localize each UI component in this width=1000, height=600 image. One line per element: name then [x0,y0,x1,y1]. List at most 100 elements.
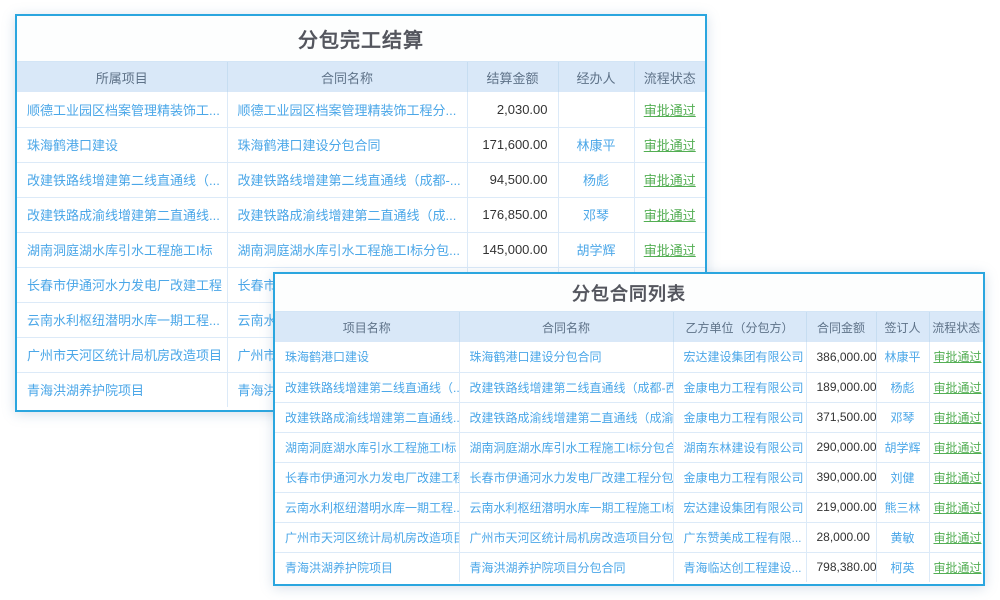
status-cell[interactable]: 审批通过 [929,462,983,492]
project-cell[interactable]: 云南水利枢纽潜明水库一期工程... [17,302,227,337]
amount-cell: 219,000.00 [806,492,876,522]
party-b-cell[interactable]: 金康电力工程有限公司 [673,402,806,432]
signer-cell[interactable]: 熊三林 [876,492,929,522]
status-cell[interactable]: 审批通过 [929,372,983,402]
contract-cell[interactable]: 湖南洞庭湖水库引水工程施工I标分包合同 [459,432,673,462]
project-cell[interactable]: 青海洪湖养护院项目 [17,372,227,407]
status-cell[interactable]: 审批通过 [929,522,983,552]
project-cell[interactable]: 改建铁路线增建第二线直通线（... [17,162,227,197]
project-cell[interactable]: 改建铁路成渝线增建第二直通线... [275,402,459,432]
status-cell[interactable]: 审批通过 [929,492,983,522]
contract-cell[interactable]: 广州市天河区统计局机房改造项目分包... [459,522,673,552]
handler-cell[interactable]: 邓琴 [558,197,634,232]
signer-cell[interactable]: 胡学辉 [876,432,929,462]
project-cell[interactable]: 改建铁路线增建第二线直通线（... [275,372,459,402]
column-header-flow-status: 流程状态 [929,312,983,342]
contract-cell[interactable]: 湖南洞庭湖水库引水工程施工I标分包... [227,232,467,267]
handler-cell[interactable]: 杨彪 [558,162,634,197]
party-b-cell[interactable]: 金康电力工程有限公司 [673,372,806,402]
status-cell[interactable]: 审批通过 [929,552,983,582]
column-header-status: 流程状态 [634,62,705,92]
project-cell[interactable]: 湖南洞庭湖水库引水工程施工I标 [275,432,459,462]
handler-cell[interactable]: 林康平 [558,127,634,162]
signer-cell[interactable]: 林康平 [876,342,929,372]
status-cell[interactable]: 审批通过 [929,432,983,462]
status-cell[interactable]: 审批通过 [634,232,705,267]
project-cell[interactable]: 湖南洞庭湖水库引水工程施工I标 [17,232,227,267]
signer-cell[interactable]: 杨彪 [876,372,929,402]
table-row: 珠海鹤港口建设珠海鹤港口建设分包合同171,600.00林康平审批通过 [17,127,705,162]
status-cell[interactable]: 审批通过 [634,127,705,162]
project-cell[interactable]: 广州市天河区统计局机房改造项目 [275,522,459,552]
status-cell[interactable]: 审批通过 [929,402,983,432]
amount-cell: 171,600.00 [467,127,558,162]
contract-header-row: 项目名称 合同名称 乙方单位（分包方） 合同金额 签订人 流程状态 [275,312,983,342]
column-header-contract: 合同名称 [227,62,467,92]
amount-cell: 390,000.00 [806,462,876,492]
table-row: 顺德工业园区档案管理精装饰工...顺德工业园区档案管理精装饰工程分...2,03… [17,92,705,127]
contract-cell[interactable]: 改建铁路线增建第二线直通线（成都-西... [459,372,673,402]
table-row: 云南水利枢纽潜明水库一期工程...云南水利枢纽潜明水库一期工程施工I标...宏达… [275,492,983,522]
handler-cell[interactable]: 胡学辉 [558,232,634,267]
project-cell[interactable]: 珠海鹤港口建设 [17,127,227,162]
contract-cell[interactable]: 珠海鹤港口建设分包合同 [459,342,673,372]
table-row: 改建铁路成渝线增建第二直通线...改建铁路成渝线增建第二直通线（成...176,… [17,197,705,232]
contract-cell[interactable]: 青海洪湖养护院项目分包合同 [459,552,673,582]
project-cell[interactable]: 云南水利枢纽潜明水库一期工程... [275,492,459,522]
project-cell[interactable]: 长春市伊通河水力发电厂改建工程 [275,462,459,492]
column-header-contract-name: 合同名称 [459,312,673,342]
signer-cell[interactable]: 邓琴 [876,402,929,432]
table-row: 湖南洞庭湖水库引水工程施工I标湖南洞庭湖水库引水工程施工I标分包合同湖南东林建设… [275,432,983,462]
contract-cell[interactable]: 云南水利枢纽潜明水库一期工程施工I标... [459,492,673,522]
status-cell[interactable]: 审批通过 [634,92,705,127]
amount-cell: 798,380.00 [806,552,876,582]
table-row: 改建铁路成渝线增建第二直通线...改建铁路成渝线增建第二直通线（成渝...金康电… [275,402,983,432]
column-header-project-name: 项目名称 [275,312,459,342]
signer-cell[interactable]: 柯英 [876,552,929,582]
project-cell[interactable]: 青海洪湖养护院项目 [275,552,459,582]
table-row: 改建铁路线增建第二线直通线（...改建铁路线增建第二线直通线（成都-...94,… [17,162,705,197]
project-cell[interactable]: 顺德工业园区档案管理精装饰工... [17,92,227,127]
amount-cell: 371,500.00 [806,402,876,432]
column-header-amount: 结算金额 [467,62,558,92]
status-cell[interactable]: 审批通过 [929,342,983,372]
project-cell[interactable]: 珠海鹤港口建设 [275,342,459,372]
contract-cell[interactable]: 顺德工业园区档案管理精装饰工程分... [227,92,467,127]
signer-cell[interactable]: 刘健 [876,462,929,492]
contract-list-table: 项目名称 合同名称 乙方单位（分包方） 合同金额 签订人 流程状态 珠海鹤港口建… [275,312,983,582]
contract-cell[interactable]: 改建铁路线增建第二线直通线（成都-... [227,162,467,197]
table-row: 湖南洞庭湖水库引水工程施工I标湖南洞庭湖水库引水工程施工I标分包...145,0… [17,232,705,267]
amount-cell: 189,000.00 [806,372,876,402]
project-cell[interactable]: 改建铁路成渝线增建第二直通线... [17,197,227,232]
column-header-handler: 经办人 [558,62,634,92]
table-row: 改建铁路线增建第二线直通线（...改建铁路线增建第二线直通线（成都-西...金康… [275,372,983,402]
contract-cell[interactable]: 改建铁路成渝线增建第二直通线（成渝... [459,402,673,432]
settlement-table-title: 分包完工结算 [17,16,705,62]
amount-cell: 386,000.00 [806,342,876,372]
table-row: 青海洪湖养护院项目青海洪湖养护院项目分包合同青海临达创工程建设...798,38… [275,552,983,582]
contract-cell[interactable]: 改建铁路成渝线增建第二直通线（成... [227,197,467,232]
contract-cell[interactable]: 珠海鹤港口建设分包合同 [227,127,467,162]
table-row: 长春市伊通河水力发电厂改建工程长春市伊通河水力发电厂改建工程分包...金康电力工… [275,462,983,492]
amount-cell: 28,000.00 [806,522,876,552]
party-b-cell[interactable]: 金康电力工程有限公司 [673,462,806,492]
handler-cell [558,92,634,127]
party-b-cell[interactable]: 湖南东林建设有限公司 [673,432,806,462]
party-b-cell[interactable]: 宏达建设集团有限公司 [673,492,806,522]
party-b-cell[interactable]: 广东赞美成工程有限... [673,522,806,552]
column-header-signer: 签订人 [876,312,929,342]
party-b-cell[interactable]: 青海临达创工程建设... [673,552,806,582]
table-row: 珠海鹤港口建设珠海鹤港口建设分包合同宏达建设集团有限公司386,000.00林康… [275,342,983,372]
party-b-cell[interactable]: 宏达建设集团有限公司 [673,342,806,372]
contract-list-card: 分包合同列表 项目名称 合同名称 乙方单位（分包方） 合同金额 签订人 流程状态… [273,272,985,586]
contract-cell[interactable]: 长春市伊通河水力发电厂改建工程分包... [459,462,673,492]
amount-cell: 94,500.00 [467,162,558,197]
column-header-party-b: 乙方单位（分包方） [673,312,806,342]
amount-cell: 176,850.00 [467,197,558,232]
status-cell[interactable]: 审批通过 [634,197,705,232]
signer-cell[interactable]: 黄敏 [876,522,929,552]
project-cell[interactable]: 长春市伊通河水力发电厂改建工程 [17,267,227,302]
status-cell[interactable]: 审批通过 [634,162,705,197]
settlement-header-row: 所属项目 合同名称 结算金额 经办人 流程状态 [17,62,705,92]
project-cell[interactable]: 广州市天河区统计局机房改造项目 [17,337,227,372]
